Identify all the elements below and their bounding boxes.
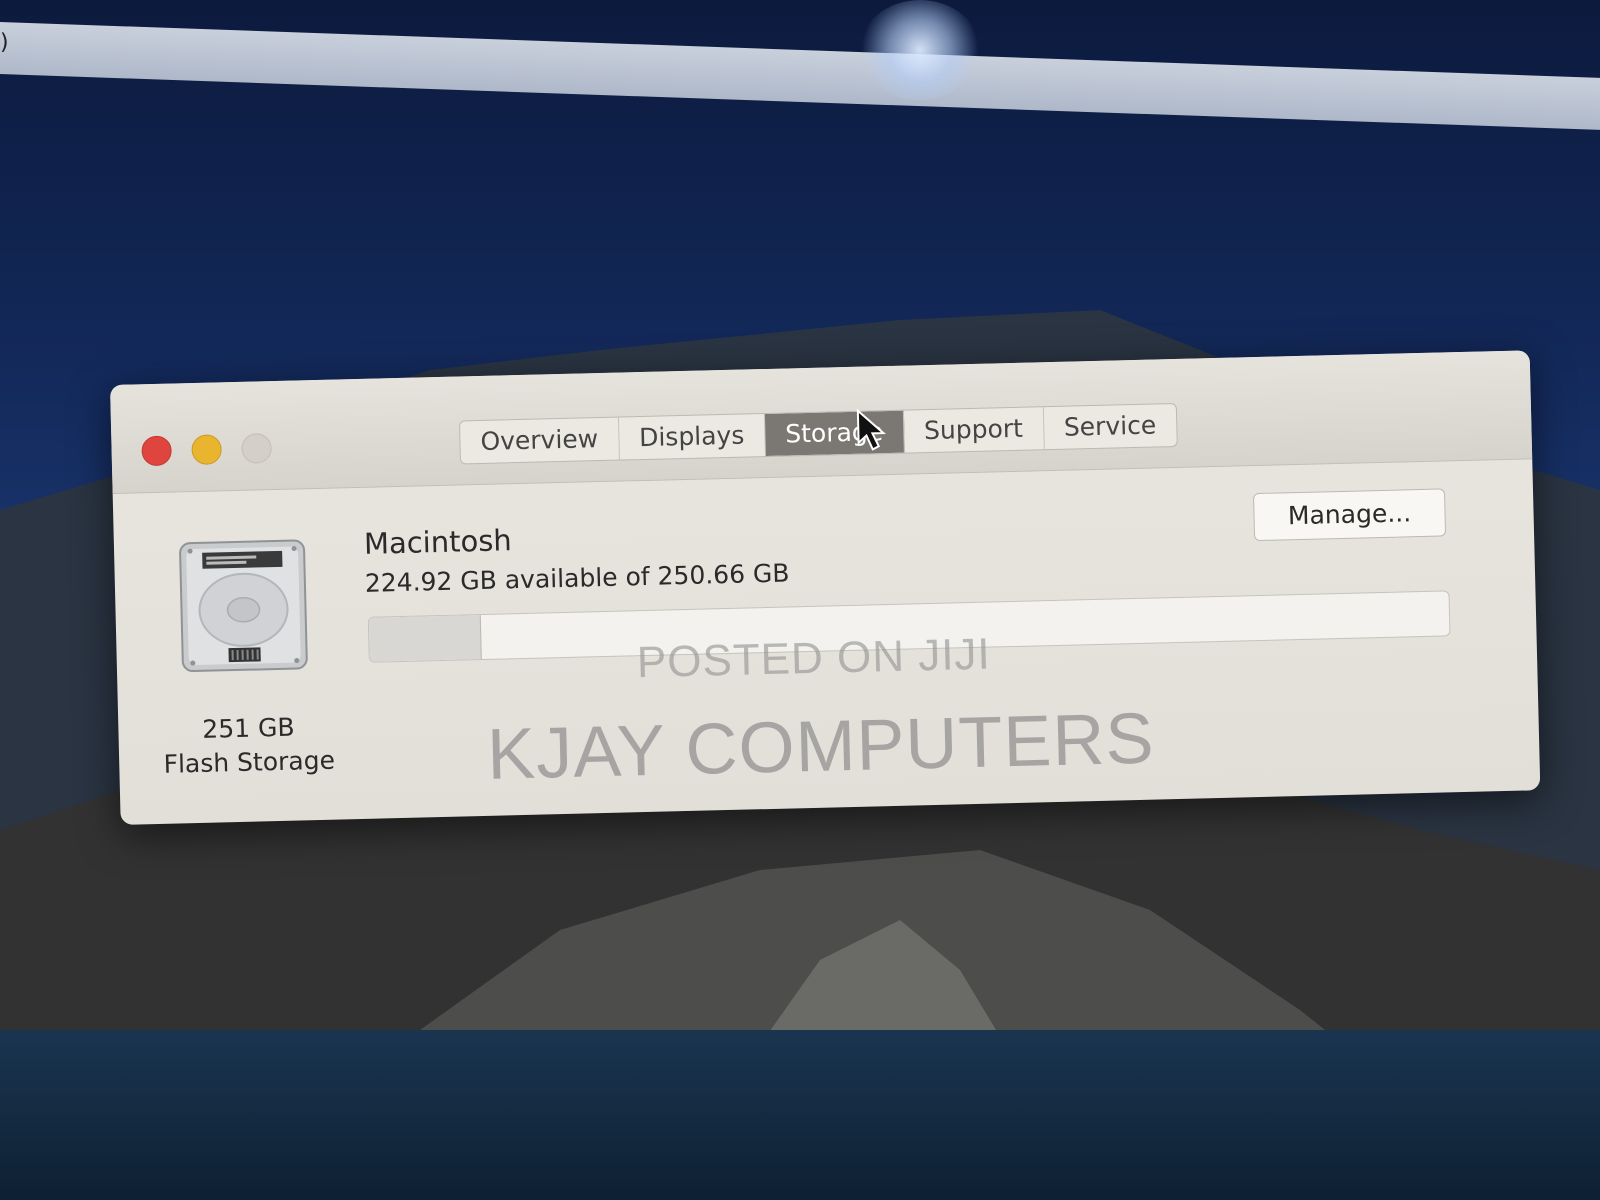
- tab-overview[interactable]: Overview: [459, 417, 620, 464]
- tab-bar: Overview Displays Storage Support Servic…: [458, 402, 1178, 465]
- tab-service[interactable]: Service: [1043, 404, 1176, 449]
- wallpaper-sea: [0, 1030, 1600, 1200]
- storage-panel: 251 GB Flash Storage Macintosh 224.92 GB…: [113, 458, 1541, 825]
- disk-size-label: 251 GB: [201, 712, 295, 744]
- tab-support[interactable]: Support: [903, 407, 1045, 453]
- desktop: ) Overview Displays Storage Support Serv…: [0, 0, 1600, 1200]
- mouse-pointer-icon: [856, 408, 886, 451]
- zoom-button: [241, 433, 272, 464]
- hard-drive-icon: [179, 539, 308, 673]
- tab-displays[interactable]: Displays: [618, 414, 766, 460]
- close-button[interactable]: [141, 435, 172, 467]
- storage-used-segment: [368, 615, 483, 662]
- storage-availability: 224.92 GB available of 250.66 GB: [364, 558, 790, 598]
- menu-bar[interactable]: ): [0, 22, 1600, 130]
- volume-name: Macintosh: [363, 523, 513, 561]
- disk-type-label: Flash Storage: [163, 745, 336, 779]
- watermark-brand: KJAY COMPUTERS: [486, 698, 1156, 795]
- about-this-mac-window: Overview Displays Storage Support Servic…: [110, 350, 1541, 825]
- manage-button[interactable]: Manage...: [1252, 488, 1447, 542]
- apple-menu-icon[interactable]: ): [0, 30, 9, 55]
- minimize-button[interactable]: [191, 434, 222, 466]
- screen-glare: [860, 0, 980, 100]
- watermark-posted-on: POSTED ON JIJI: [636, 629, 992, 688]
